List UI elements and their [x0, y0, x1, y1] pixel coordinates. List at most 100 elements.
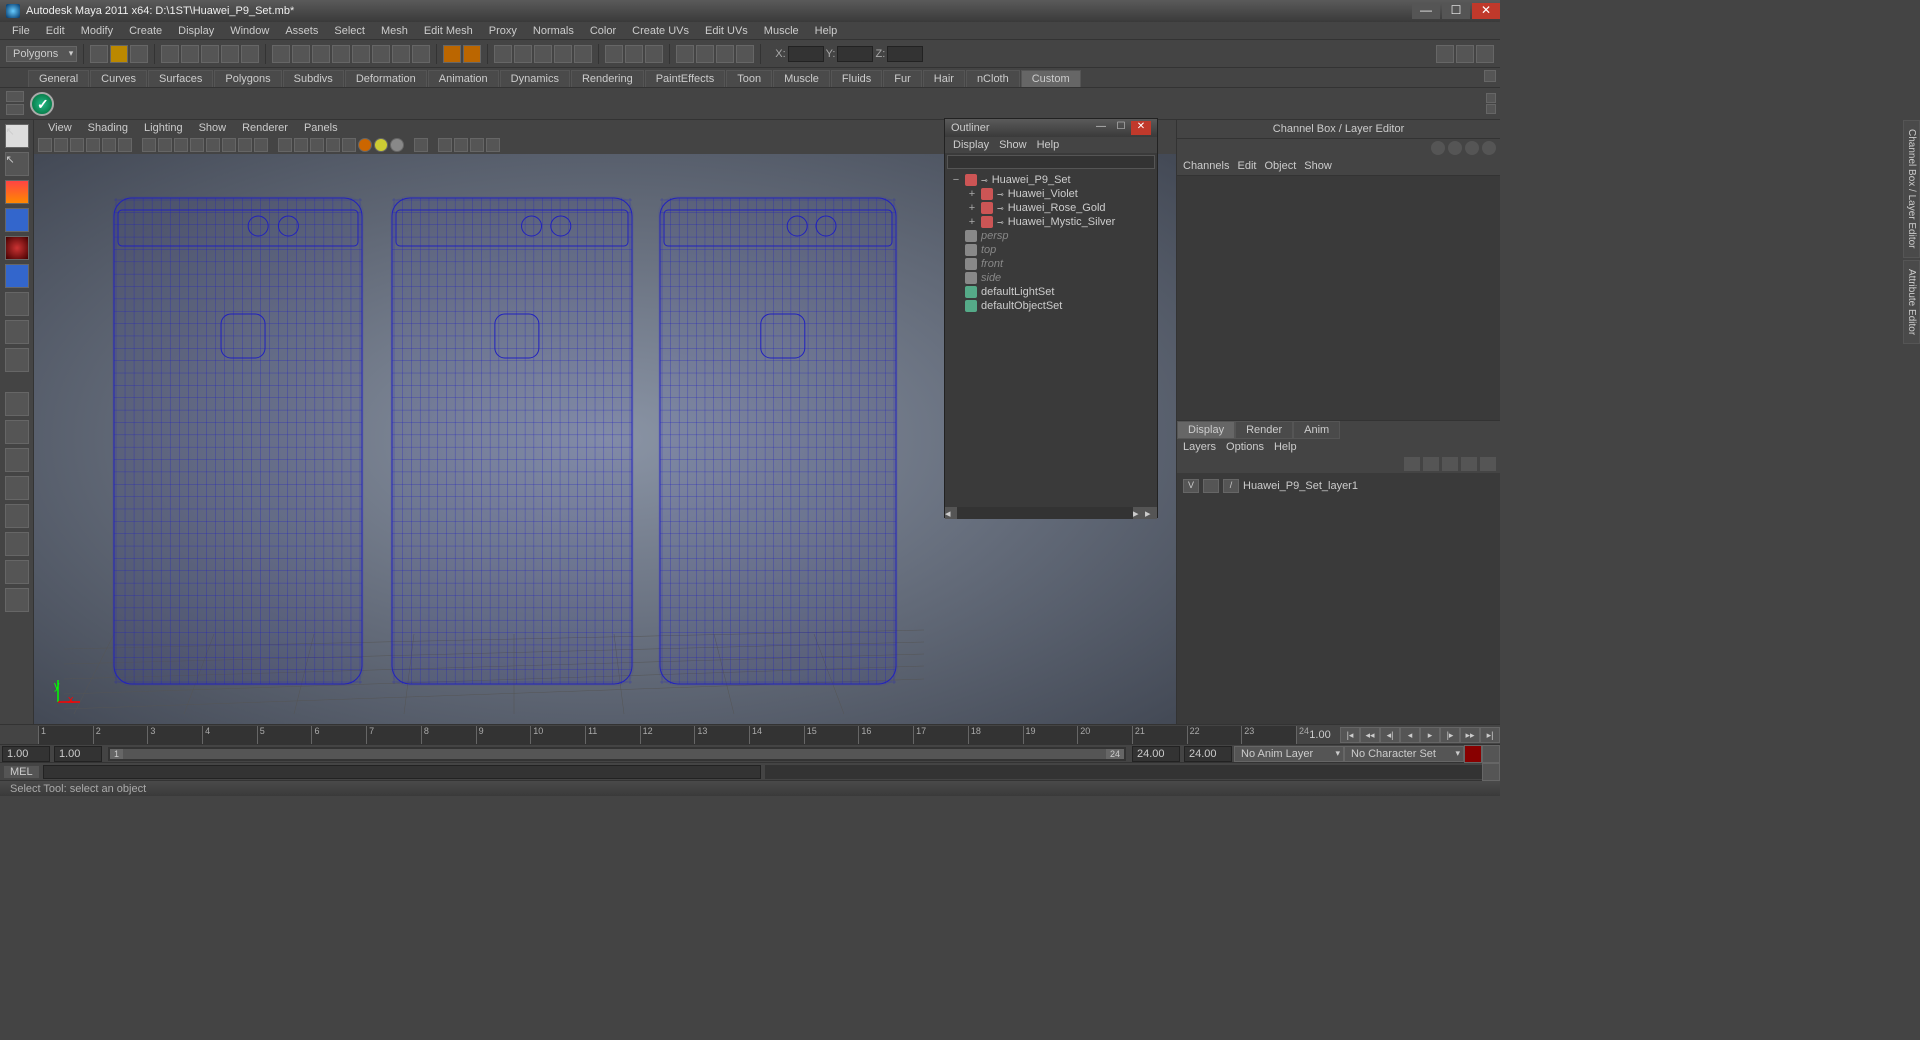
- outliner-scroll-end-icon[interactable]: ▸: [1145, 507, 1157, 519]
- command-input[interactable]: [43, 765, 762, 779]
- menu-help[interactable]: Help: [809, 25, 844, 37]
- layer-menu-options[interactable]: Options: [1226, 441, 1264, 453]
- new-scene-icon[interactable]: [90, 45, 108, 63]
- toggle-icon-1[interactable]: [514, 45, 532, 63]
- time-slider[interactable]: 123456789101112131415161718192021222324 …: [0, 724, 1500, 744]
- vp-exposure-icon[interactable]: [470, 138, 484, 152]
- step-fwd-button[interactable]: ▸▸: [1460, 727, 1480, 743]
- show-manip-tool[interactable]: [5, 348, 29, 372]
- outliner-node[interactable]: defaultLightSet: [947, 285, 1155, 299]
- auto-key-icon[interactable]: [1464, 745, 1482, 763]
- outliner-scroll-right-icon[interactable]: ▸: [1133, 507, 1145, 519]
- construction-history-icon[interactable]: [494, 45, 512, 63]
- vp-lock-camera-icon[interactable]: [54, 138, 68, 152]
- shelf-edit-icon[interactable]: [6, 104, 24, 115]
- menu-edit[interactable]: Edit: [40, 25, 71, 37]
- scale-tool[interactable]: [5, 264, 29, 288]
- shelf-menu-icon[interactable]: [6, 91, 24, 102]
- outliner-node[interactable]: top: [947, 243, 1155, 257]
- vp-shadows-icon[interactable]: [326, 138, 340, 152]
- range-start-inner[interactable]: 1.00: [54, 746, 102, 762]
- range-end-inner[interactable]: 24.00: [1132, 746, 1180, 762]
- menu-color[interactable]: Color: [584, 25, 622, 37]
- rotate-tool[interactable]: [5, 236, 29, 260]
- next-key-button[interactable]: |▸: [1440, 727, 1460, 743]
- snap-curve-icon[interactable]: [292, 45, 310, 63]
- coord-x-field[interactable]: [788, 46, 824, 62]
- toggle-icon-4[interactable]: [574, 45, 592, 63]
- misc-icon-3[interactable]: [716, 45, 734, 63]
- shelf-tab-surfaces[interactable]: Surfaces: [148, 70, 213, 87]
- layer-icon-2[interactable]: [1423, 457, 1439, 471]
- shelf-tab-hair[interactable]: Hair: [923, 70, 965, 87]
- shelf-tab-animation[interactable]: Animation: [428, 70, 499, 87]
- open-scene-icon[interactable]: [110, 45, 128, 63]
- vp-textured-icon[interactable]: [294, 138, 308, 152]
- vp-resolution-gate-icon[interactable]: [174, 138, 188, 152]
- character-set-dropdown[interactable]: No Character Set: [1344, 746, 1464, 762]
- shelf-item-check[interactable]: [30, 92, 54, 116]
- lasso-tool[interactable]: ↖: [5, 152, 29, 176]
- outliner-minimize-button[interactable]: —: [1091, 121, 1111, 135]
- channel-box-sidetab[interactable]: Channel Box / Layer Editor: [1903, 120, 1920, 258]
- move-tool[interactable]: [5, 208, 29, 232]
- misc-icon-4[interactable]: [736, 45, 754, 63]
- shelf-tab-curves[interactable]: Curves: [90, 70, 147, 87]
- vp-ssao-icon[interactable]: [358, 138, 372, 152]
- input-icon-1[interactable]: [605, 45, 623, 63]
- minimize-button[interactable]: —: [1412, 3, 1440, 19]
- snap-plane-icon[interactable]: [332, 45, 350, 63]
- redo-icon[interactable]: [181, 45, 199, 63]
- cb-icon-2[interactable]: [1448, 141, 1462, 155]
- range-slider[interactable]: 1.00 1.00 1 24 24.00 24.00 No Anim Layer…: [0, 744, 1500, 762]
- close-button[interactable]: ✕: [1472, 3, 1500, 19]
- select-component-icon[interactable]: [241, 45, 259, 63]
- shelf-tab-polygons[interactable]: Polygons: [214, 70, 281, 87]
- vp-multisample-icon[interactable]: [390, 138, 404, 152]
- layer-tab-render[interactable]: Render: [1235, 421, 1293, 439]
- shelf-tab-rendering[interactable]: Rendering: [571, 70, 644, 87]
- viewport-menu-shading[interactable]: Shading: [82, 122, 134, 134]
- save-scene-icon[interactable]: [130, 45, 148, 63]
- vp-hq-icon[interactable]: [342, 138, 356, 152]
- command-language-label[interactable]: MEL: [4, 766, 39, 778]
- time-ruler[interactable]: 123456789101112131415161718192021222324: [38, 726, 1296, 744]
- cb-tab-object[interactable]: Object: [1264, 160, 1296, 172]
- misc-icon-1[interactable]: [676, 45, 694, 63]
- set-key-icon[interactable]: [1482, 745, 1500, 763]
- outliner-window[interactable]: Outliner — ☐ ✕ DisplayShowHelp −⊸Huawei_…: [944, 118, 1158, 518]
- snap-live-icon[interactable]: [352, 45, 370, 63]
- vp-gate-mask-icon[interactable]: [190, 138, 204, 152]
- vp-smooth-icon[interactable]: [278, 138, 292, 152]
- vp-wireframe-icon[interactable]: [254, 138, 268, 152]
- menu-select[interactable]: Select: [328, 25, 371, 37]
- menu-assets[interactable]: Assets: [279, 25, 324, 37]
- shelf-tab-fluids[interactable]: Fluids: [831, 70, 882, 87]
- outliner-node[interactable]: front: [947, 257, 1155, 271]
- shelf-scroll-up2-icon[interactable]: [1486, 93, 1496, 103]
- select-tool[interactable]: ↖: [5, 124, 29, 148]
- layout-single-icon[interactable]: [5, 392, 29, 416]
- snap-grid-icon[interactable]: [272, 45, 290, 63]
- shelf-tab-general[interactable]: General: [28, 70, 89, 87]
- layer-menu-layers[interactable]: Layers: [1183, 441, 1216, 453]
- vp-isolate-icon[interactable]: [414, 138, 428, 152]
- vp-bookmarks-icon[interactable]: [70, 138, 84, 152]
- vp-2d-pan-icon[interactable]: [102, 138, 116, 152]
- module-selector[interactable]: Polygons: [6, 46, 77, 62]
- vp-safe-title-icon[interactable]: [238, 138, 252, 152]
- layer-icon-3[interactable]: [1442, 457, 1458, 471]
- cb-tab-show[interactable]: Show: [1304, 160, 1332, 172]
- attribute-editor-sidetab[interactable]: Attribute Editor: [1903, 260, 1920, 344]
- vp-gamma-icon[interactable]: [486, 138, 500, 152]
- outliner-menu-display[interactable]: Display: [953, 139, 989, 151]
- outliner-search-input[interactable]: [947, 155, 1155, 169]
- vp-xray-joints-icon[interactable]: [454, 138, 468, 152]
- shelf-tab-muscle[interactable]: Muscle: [773, 70, 830, 87]
- outliner-node[interactable]: defaultObjectSet: [947, 299, 1155, 313]
- lock-icon[interactable]: [392, 45, 410, 63]
- viewport-menu-panels[interactable]: Panels: [298, 122, 344, 134]
- coord-y-field[interactable]: [837, 46, 873, 62]
- menu-file[interactable]: File: [6, 25, 36, 37]
- paint-select-tool[interactable]: [5, 180, 29, 204]
